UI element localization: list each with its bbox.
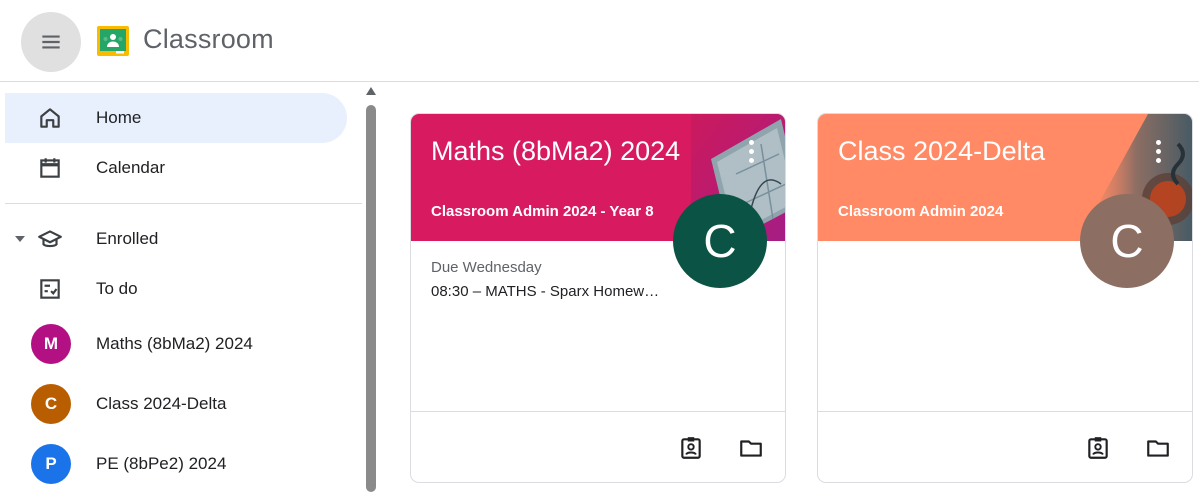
sidebar-item-label: To do — [96, 279, 138, 298]
more-options-icon[interactable] — [1146, 136, 1170, 166]
class-title-link[interactable]: Class 2024-Delta — [838, 136, 1045, 167]
sidebar-item-class-pe[interactable]: P PE (8bPe2) 2024 — [5, 439, 347, 489]
sidebar-item-class-delta[interactable]: C Class 2024-Delta — [5, 379, 347, 429]
scroll-up-arrow-icon[interactable] — [366, 87, 376, 95]
graduation-cap-icon — [36, 225, 64, 253]
class-avatar: C — [31, 384, 71, 424]
google-classroom-logo[interactable] — [97, 26, 129, 56]
sidebar-item-label: Calendar — [96, 158, 165, 177]
more-options-icon[interactable] — [739, 136, 763, 166]
sidebar-item-label: Maths (8bMa2) 2024 — [96, 334, 253, 353]
sidebar-item-label: Home — [96, 108, 142, 127]
scrollbar-thumb[interactable] — [366, 105, 376, 492]
sidebar-item-label: Class 2024-Delta — [96, 394, 227, 413]
assignments-icon[interactable] — [1084, 434, 1112, 462]
sidebar-item-label: Enrolled — [96, 229, 159, 248]
top-app-bar: Classroom — [0, 0, 1199, 82]
folder-icon[interactable] — [737, 434, 765, 462]
calendar-icon — [36, 154, 64, 182]
expand-arrow-icon[interactable] — [14, 233, 26, 245]
navigation-drawer: Home Calendar Enrolled To do M Maths (8b… — [5, 83, 363, 492]
sidebar-item-class-maths[interactable]: M Maths (8bMa2) 2024 — [5, 319, 347, 369]
sidebar-item-todo[interactable]: To do — [5, 264, 347, 314]
card-footer — [411, 411, 785, 482]
due-assignment-link[interactable]: 08:30 – MATHS - Sparx Homew… — [431, 283, 659, 300]
class-section[interactable]: Classroom Admin 2024 — [838, 203, 1003, 220]
class-avatar: M — [31, 324, 71, 364]
card-footer — [818, 411, 1192, 482]
folder-icon[interactable] — [1144, 434, 1172, 462]
sidebar-divider — [5, 203, 362, 204]
todo-list-icon — [36, 275, 64, 303]
assignments-icon[interactable] — [677, 434, 705, 462]
sidebar-item-home[interactable]: Home — [5, 93, 347, 143]
card-body — [818, 241, 1192, 411]
due-label: Due Wednesday — [431, 259, 542, 276]
sidebar-item-label: PE (8bPe2) 2024 — [96, 454, 227, 473]
class-card[interactable]: Class 2024-Delta Classroom Admin 2024 C — [817, 113, 1193, 483]
main-menu-button[interactable] — [21, 12, 81, 72]
class-avatar: P — [31, 444, 71, 484]
sidebar-scrollbar[interactable] — [363, 83, 380, 492]
card-body: Due Wednesday 08:30 – MATHS - Sparx Home… — [411, 241, 785, 411]
class-section[interactable]: Classroom Admin 2024 - Year 8 — [431, 203, 654, 220]
hamburger-menu-icon — [42, 35, 60, 49]
class-card[interactable]: Maths (8bMa2) 2024 Classroom Admin 2024 … — [410, 113, 786, 483]
app-title[interactable]: Classroom — [143, 24, 274, 55]
sidebar-item-calendar[interactable]: Calendar — [5, 143, 347, 193]
home-icon — [36, 104, 64, 132]
class-title-link[interactable]: Maths (8bMa2) 2024 — [431, 136, 680, 167]
sidebar-item-enrolled[interactable]: Enrolled — [5, 214, 347, 264]
